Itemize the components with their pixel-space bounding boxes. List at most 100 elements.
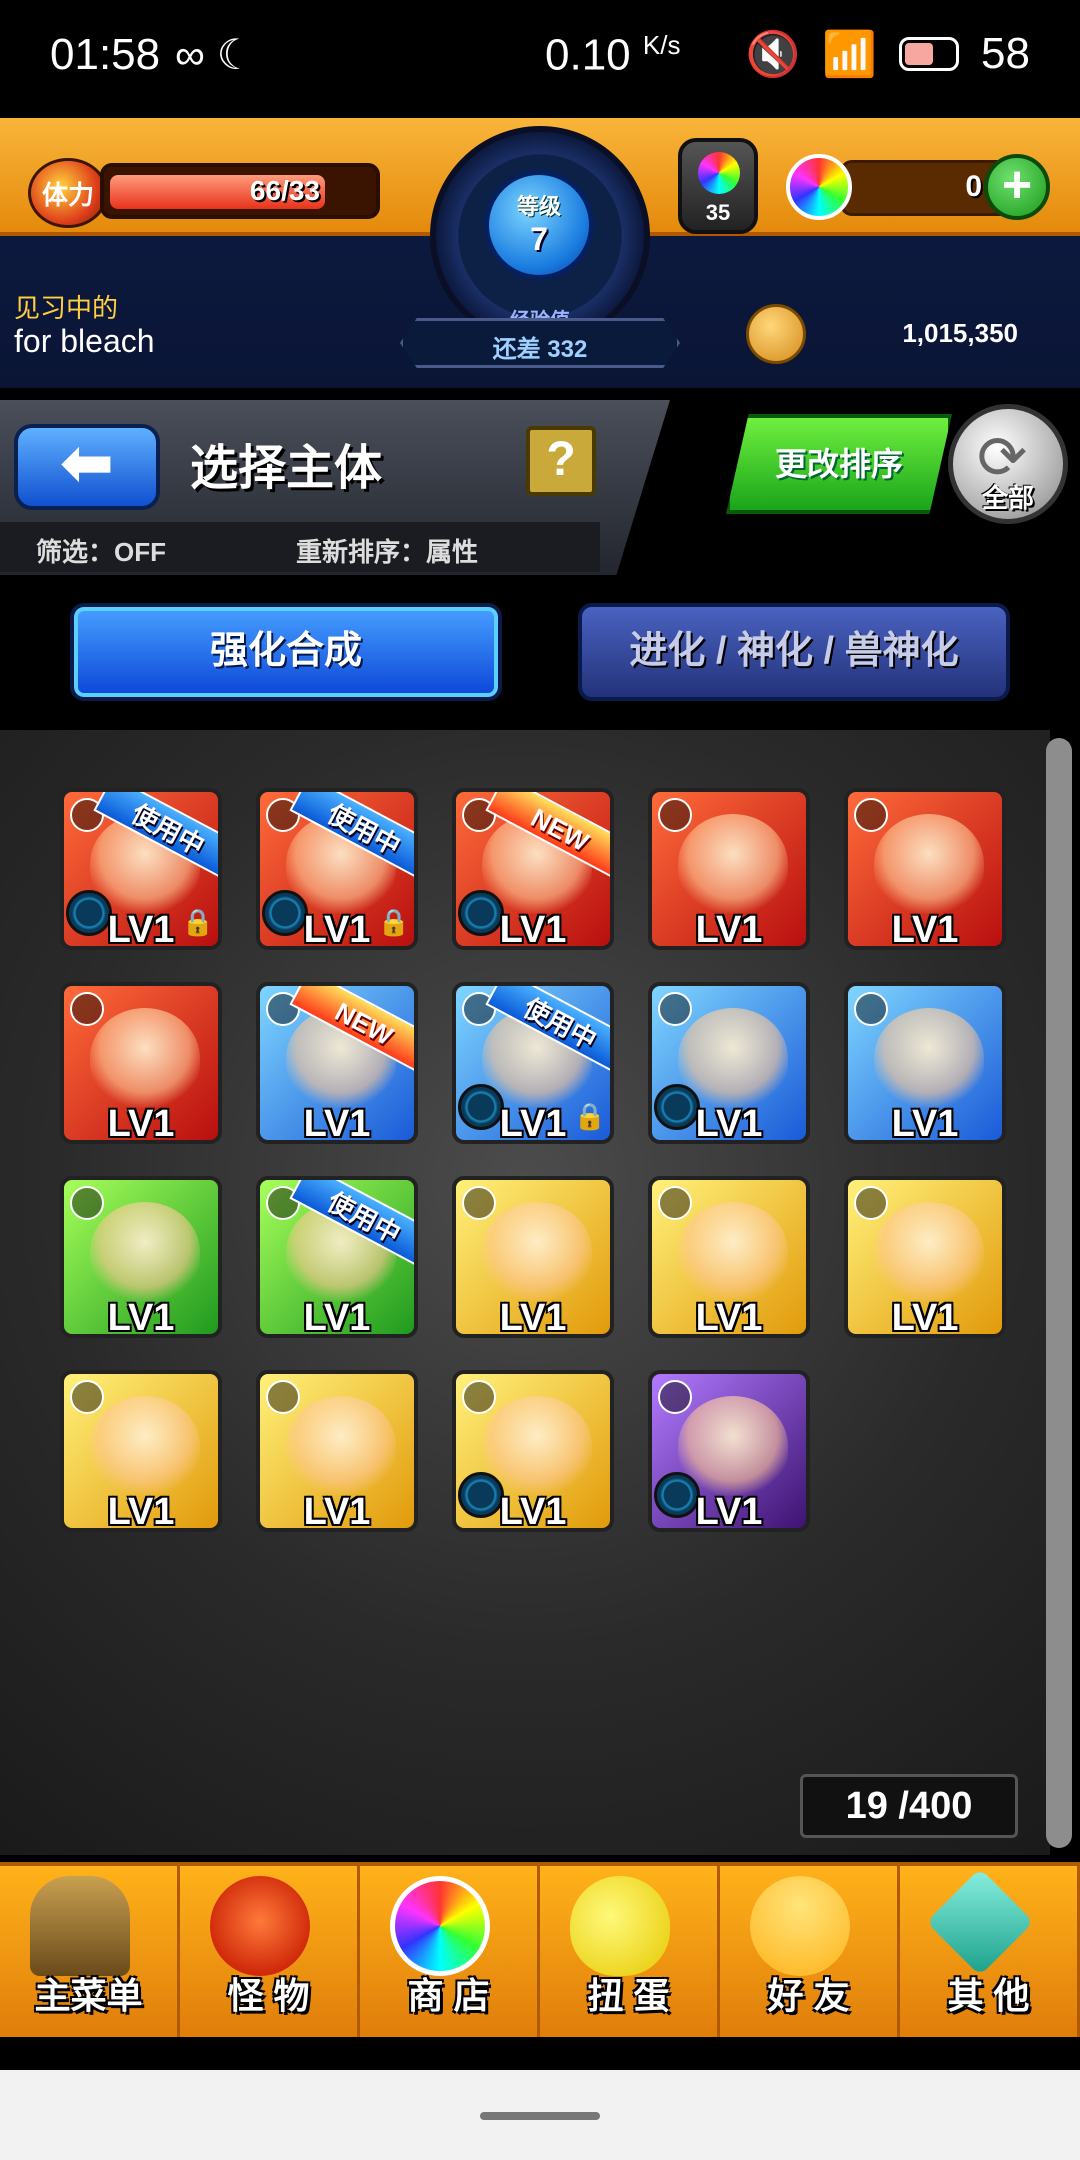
- tab-evolution[interactable]: 进化 / 神化 / 兽神化: [578, 603, 1010, 701]
- light-element-icon: [462, 1186, 496, 1220]
- monster-level: LV1: [695, 909, 763, 950]
- battery-icon: [899, 37, 960, 71]
- monster-card[interactable]: LV1: [648, 788, 810, 950]
- monster-card[interactable]: LV1: [452, 1370, 614, 1532]
- monster-level: LV1: [891, 1297, 959, 1338]
- home-gesture-bar[interactable]: [480, 2112, 600, 2120]
- change-sort-button[interactable]: 更改排序: [726, 414, 952, 514]
- fire-element-icon: [658, 798, 692, 832]
- monster-card[interactable]: LV1: [844, 982, 1006, 1144]
- lock-icon: 🔒: [377, 907, 410, 937]
- stamina-icon: 体力: [28, 158, 108, 228]
- orb-icon: [786, 154, 852, 220]
- monster-portrait: [90, 1396, 200, 1496]
- orb-count: 0: [965, 170, 982, 203]
- monster-card[interactable]: 使用中 LV1 🔒: [452, 982, 614, 1144]
- level-badge: 等级 7: [484, 170, 594, 280]
- nav-monster[interactable]: 怪 物: [180, 1866, 360, 2037]
- system-bar-strip: [0, 2040, 1080, 2070]
- monster-card[interactable]: LV1: [256, 1370, 418, 1532]
- add-orb-button[interactable]: +: [984, 154, 1050, 220]
- title-panel: ⬅ 选择主体 ? 筛选：OFF 重新排序：属性: [0, 400, 670, 575]
- monster-card[interactable]: LV1: [844, 788, 1006, 950]
- monster-card[interactable]: LV1: [648, 1370, 810, 1532]
- page-title: 选择主体: [190, 442, 383, 495]
- monster-level: LV1: [891, 1103, 959, 1144]
- monster-card[interactable]: LV1: [452, 1176, 614, 1338]
- refresh-label: 全部: [981, 483, 1034, 513]
- shop-icon: [390, 1876, 490, 1976]
- monster-portrait: [286, 1396, 396, 1496]
- filter-row: 筛选：OFF 重新排序：属性: [0, 522, 600, 572]
- friends-icon: [750, 1876, 850, 1976]
- monster-card[interactable]: NEW LV1: [256, 982, 418, 1144]
- level-value: 7: [530, 221, 548, 257]
- monster-portrait: [874, 1008, 984, 1108]
- mute-icon: 🔇: [745, 30, 801, 79]
- player-name: for bleach: [14, 323, 155, 359]
- nav-label: 扭 蛋: [587, 1975, 670, 2016]
- monster-card[interactable]: 使用中 LV1 🔒: [256, 788, 418, 950]
- monster-card[interactable]: 使用中 LV1: [256, 1176, 418, 1338]
- monster-level: LV1: [303, 1103, 371, 1144]
- dark-element-icon: [658, 1380, 692, 1414]
- gacha-icon: [570, 1876, 670, 1976]
- other-icon: [926, 1868, 1034, 1976]
- monster-level: LV1: [695, 1297, 763, 1338]
- monster-level: LV1: [107, 1491, 175, 1532]
- potion-item[interactable]: 35: [678, 138, 758, 234]
- light-element-icon: [658, 1186, 692, 1220]
- level-label: 等级: [516, 194, 561, 219]
- monster-card[interactable]: LV1: [60, 1370, 222, 1532]
- network-speed: 0.10 K/s: [545, 30, 680, 81]
- light-element-icon: [70, 1380, 104, 1414]
- monster-level: LV1: [107, 1103, 175, 1144]
- training-label: 见习中的: [14, 293, 119, 323]
- monster-portrait: [874, 1202, 984, 1302]
- scrollbar[interactable]: [1046, 738, 1072, 1848]
- nav-home[interactable]: 主菜单: [0, 1866, 180, 2037]
- monster-card[interactable]: LV1: [844, 1176, 1006, 1338]
- help-button[interactable]: ?: [526, 426, 596, 496]
- monster-card[interactable]: NEW LV1: [452, 788, 614, 950]
- coin-icon: [746, 304, 806, 364]
- clock: 01:58: [50, 30, 161, 79]
- monster-level: LV1: [499, 909, 567, 950]
- fire-element-icon: [854, 798, 888, 832]
- sort-status[interactable]: 重新排序：属性: [296, 532, 478, 569]
- monster-card[interactable]: LV1: [60, 982, 222, 1144]
- nav-shop[interactable]: 商 店: [360, 1866, 540, 2037]
- monster-level: LV1: [695, 1103, 763, 1144]
- monster-grid: 使用中 LV1 🔒 使用中 LV1 🔒 NEW LV1 LV1 LV1 LV1 NEW LV1 使用中 LV…: [0, 730, 1050, 1855]
- water-element-icon: [854, 992, 888, 1026]
- back-button[interactable]: ⬅: [14, 424, 160, 510]
- monster-level: LV1: [695, 1491, 763, 1532]
- monster-card[interactable]: 使用中 LV1 🔒: [60, 788, 222, 950]
- nav-friends[interactable]: 好 友: [720, 1866, 900, 2037]
- refresh-all-button[interactable]: ⟳ 全部: [948, 404, 1068, 524]
- box-count: 19 /400: [800, 1774, 1018, 1838]
- network-speed-unit: K/s: [642, 30, 681, 60]
- monster-portrait: [90, 1008, 200, 1108]
- back-arrow-icon: ⬅: [61, 429, 113, 498]
- top-hud: 体力 66/33 等级 7 35 0 + 见习中的 for bleach 经验值…: [0, 118, 1080, 388]
- exp-box: 还差 332: [400, 318, 680, 368]
- light-element-icon: [462, 1380, 496, 1414]
- stamina-bar: 66/33: [100, 163, 380, 219]
- monster-card[interactable]: LV1: [60, 1176, 222, 1338]
- nav-other[interactable]: 其 他: [900, 1866, 1080, 2037]
- light-element-icon: [266, 1380, 300, 1414]
- monster-portrait: [482, 1202, 592, 1302]
- tab-power-up[interactable]: 强化合成: [70, 603, 502, 701]
- wood-element-icon: [70, 1186, 104, 1220]
- monster-card[interactable]: LV1: [648, 1176, 810, 1338]
- game-screen: 01:58 ∞ ☾ 0.10 K/s 🔇 📶 58 体力 66/33 等级 7 …: [0, 0, 1080, 2160]
- nav-gacha[interactable]: 扭 蛋: [540, 1866, 720, 2037]
- nav-label: 主菜单: [34, 1975, 143, 2016]
- monster-level: LV1: [303, 1491, 371, 1532]
- filter-toggle[interactable]: 筛选：OFF: [36, 532, 166, 569]
- gesture-area: [0, 2070, 1080, 2160]
- infinity-moon-icon: ∞ ☾: [175, 31, 255, 78]
- monster-card[interactable]: LV1: [648, 982, 810, 1144]
- coin-count: 1,015,350: [902, 318, 1018, 348]
